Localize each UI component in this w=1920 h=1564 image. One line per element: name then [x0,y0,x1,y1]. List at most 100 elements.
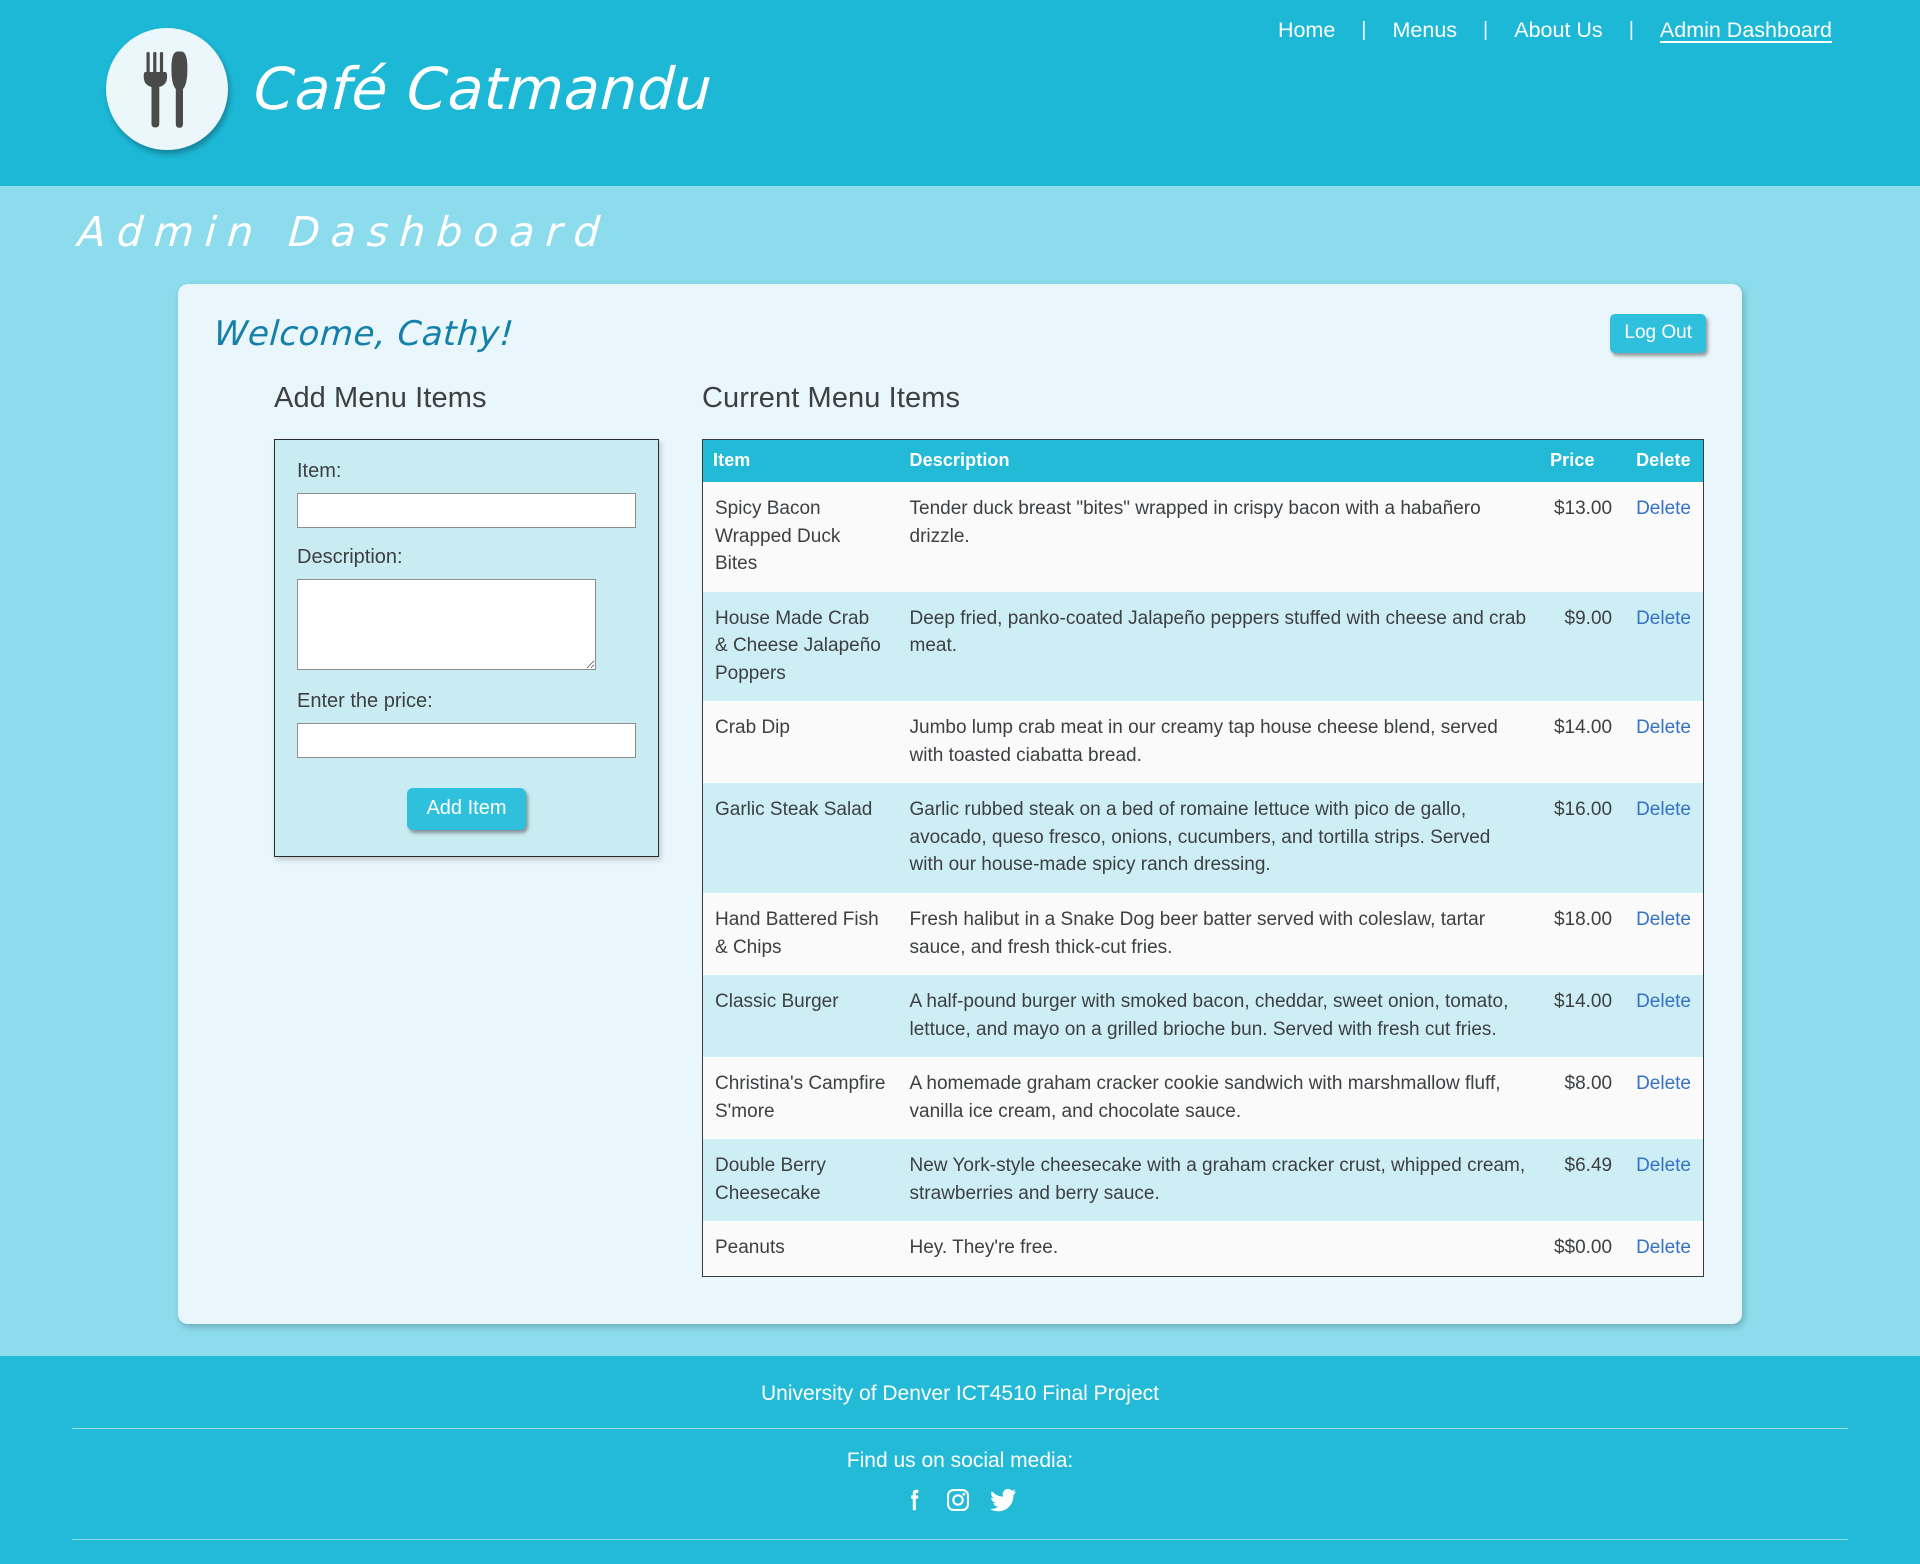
log-out-button[interactable]: Log Out [1610,314,1706,353]
cell-price: $8.00 [1564,1073,1613,1095]
table-row: Garlic Steak Salad Garlic rubbed steak on… [702,783,1704,894]
current-menu-items-section: Current Menu Items Item Description Pric… [702,382,1712,1277]
instagram-icon[interactable] [946,1487,970,1513]
description-input[interactable] [297,579,596,670]
table-header-row: Item Description Price Delete [702,439,1704,482]
cell-item: Christina's Campfire S'more [715,1073,886,1122]
table-row: House Made Crab & Cheese Jalapeño Popper… [702,591,1704,702]
cell-delete: Delete [1624,893,1703,975]
fork-and-knife-plate-icon [106,28,228,150]
cell-description: New York-style cheesecake with a graham … [909,1155,1526,1204]
cell-item: Hand Battered Fish & Chips [715,909,879,958]
table-row: Christina's Campfire S'more A homemade gr… [702,1057,1704,1140]
cell-price: $13.00 [1553,498,1613,519]
cell-price: $6.49 [1564,1155,1613,1177]
cell-price: $9.00 [1564,607,1613,629]
cell-description: A homemade graham cracker cookie sandwic… [909,1073,1501,1122]
cell-item: Double Berry Cheesecake [715,1155,826,1204]
item-label: Item: [297,460,342,482]
add-menu-items-heading: Add Menu Items [274,382,487,414]
description-label: Description: [297,546,403,568]
nav-item-home[interactable]: Home [1252,18,1361,43]
add-menu-item-form: Item: Description: Enter the price: Add … [274,439,659,857]
table-row: Spicy Bacon Wrapped Duck Bites Tender duc… [702,482,1704,592]
cell-delete: Delete [1624,1139,1703,1221]
cell-description: A half-pound burger with smoked bacon, c… [909,991,1509,1040]
delete-link[interactable]: Delete [1636,799,1691,820]
nav-separator: | [1483,19,1489,41]
nav-separator: | [1628,19,1634,41]
delete-link[interactable]: Delete [1636,1155,1691,1176]
menu-items-table: Item Description Price Delete Spicy Baco… [702,439,1704,1277]
menu-items-table-body: Spicy Bacon Wrapped Duck Bites Tender duc… [702,482,1704,1277]
welcome-message: Welcome, Cathy! [212,314,516,354]
price-label: Enter the price: [297,690,433,712]
delete-link[interactable]: Delete [1636,1237,1691,1258]
price-input[interactable] [297,723,636,758]
cell-description: Fresh halibut in a Snake Dog beer batter… [909,909,1486,958]
add-menu-items-section: Add Menu Items Item: Description: Enter … [208,382,678,1277]
cell-price: $14.00 [1553,991,1613,1013]
cell-delete: Delete [1624,701,1703,783]
item-input[interactable] [297,493,636,528]
cell-item: Peanuts [715,1237,785,1259]
nav-item-admin-dashboard[interactable]: Admin Dashboard [1634,18,1858,43]
footer-bottom-divider [72,1539,1848,1540]
cell-description: Garlic rubbed steak on a bed of romaine … [909,799,1491,876]
page-title-bar: Admin Dashboard [0,186,1920,270]
delete-link[interactable]: Delete [1636,608,1691,629]
cell-item: Garlic Steak Salad [715,799,873,821]
nav-separator: | [1361,19,1367,41]
cell-price: $14.00 [1553,717,1613,739]
cell-item: House Made Crab & Cheese Jalapeño Popper… [715,607,881,684]
cell-delete: Delete [1624,783,1703,893]
table-row: Peanuts Hey. They're free. $$0.00 Delete [702,1221,1704,1277]
cell-price: $$0.00 [1553,1237,1613,1259]
footer-social-label: Find us on social media: [846,1449,1074,1472]
cell-description: Jumbo lump crab meat in our creamy tap h… [909,717,1498,766]
cell-item: Crab Dip [715,717,790,739]
cell-item: Classic Burger [715,991,839,1013]
add-item-button[interactable]: Add Item [407,788,526,830]
brand-name: Café Catmandu [252,55,715,123]
twitter-icon[interactable] [989,1487,1017,1513]
cell-delete: Delete [1624,482,1703,592]
dashboard-columns: Add Menu Items Item: Description: Enter … [208,382,1712,1277]
social-links [0,1487,1920,1513]
delete-link[interactable]: Delete [1636,909,1691,930]
card-header: Welcome, Cathy! Log Out [208,310,1712,354]
facebook-icon[interactable] [904,1487,926,1513]
delete-link[interactable]: Delete [1636,1073,1691,1094]
delete-link[interactable]: Delete [1636,717,1691,738]
site-footer: University of Denver ICT4510 Final Proje… [0,1356,1920,1564]
current-menu-items-heading: Current Menu Items [702,382,961,414]
cell-description: Hey. They're free. [909,1237,1059,1259]
page-title: Admin Dashboard [76,208,613,256]
nav-item-menus[interactable]: Menus [1367,18,1484,43]
column-header-description: Description [897,439,1539,482]
column-header-delete: Delete [1624,439,1704,482]
delete-link[interactable]: Delete [1636,498,1691,519]
main-navigation: Home | Menus | About Us | Admin Dashboar… [1252,18,1858,43]
cell-description: Tender duck breast "bites" wrapped in cr… [909,498,1481,547]
nav-item-about-us[interactable]: About Us [1488,18,1628,43]
cell-delete: Delete [1624,975,1703,1057]
footer-divider [72,1428,1848,1429]
table-row: Hand Battered Fish & Chips Fresh halibut … [702,893,1704,976]
table-row: Double Berry Cheesecake New York-style ch… [702,1139,1704,1222]
delete-link[interactable]: Delete [1636,991,1691,1012]
table-row: Crab Dip Jumbo lump crab meat in our crea… [702,701,1704,784]
cell-delete: Delete [1624,1221,1703,1276]
dashboard-card: Welcome, Cathy! Log Out Add Menu Items I… [178,284,1742,1324]
cell-delete: Delete [1624,1057,1703,1139]
site-header: Café Catmandu Home | Menus | About Us | … [0,0,1920,186]
footer-project-text: University of Denver ICT4510 Final Proje… [761,1382,1159,1405]
cell-item: Spicy Bacon Wrapped Duck Bites [715,498,841,575]
cell-price: $18.00 [1553,909,1613,931]
cell-price: $16.00 [1553,799,1613,821]
cell-description: Deep fried, panko-coated Jalapeño pepper… [909,607,1527,657]
brand: Café Catmandu [106,28,715,150]
column-header-item: Item [702,439,898,482]
menu-items-table-head: Item Description Price Delete [702,439,1704,482]
table-row: Classic Burger A half-pound burger with s… [702,975,1704,1058]
